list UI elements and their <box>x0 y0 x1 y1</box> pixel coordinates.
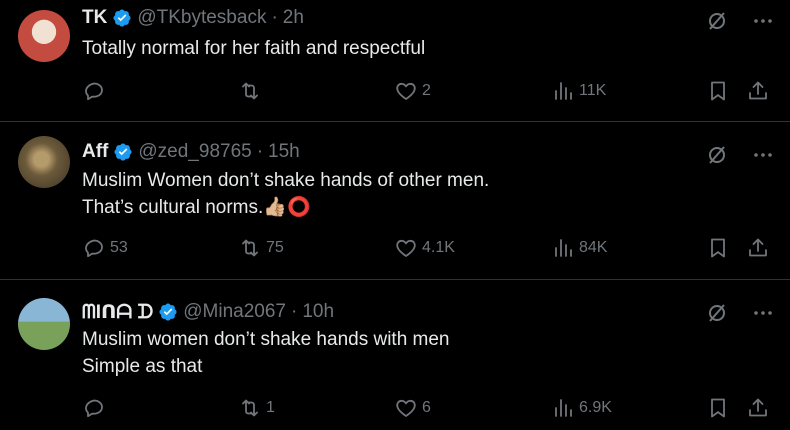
more-icon[interactable] <box>750 142 776 168</box>
timestamp[interactable]: 2h <box>283 7 304 29</box>
share-button[interactable] <box>746 396 770 420</box>
like-button[interactable]: 4.1K <box>394 236 455 260</box>
bookmark-button[interactable] <box>706 79 730 103</box>
view-count: 84K <box>579 239 608 256</box>
reply-icon <box>82 79 106 103</box>
author-name[interactable]: ᗰIᑎᗩ ᗪ <box>82 301 153 324</box>
share-icon <box>746 236 770 260</box>
like-count: 6 <box>422 399 431 416</box>
more-icon[interactable] <box>750 8 776 34</box>
like-count: 4.1K <box>422 239 455 256</box>
circle-emoji: ⭕ <box>286 197 311 219</box>
tweet[interactable]: TK @TKbytesback · 2h Totally normal for … <box>0 0 790 122</box>
more-icon[interactable] <box>750 300 776 326</box>
grok-icon[interactable] <box>704 142 730 168</box>
bookmark-button[interactable] <box>706 396 730 420</box>
reply-icon <box>82 236 106 260</box>
separator-dot: · <box>291 301 298 322</box>
tweet-header: Aff @zed_98765 · 15h <box>82 140 300 164</box>
tweet-header: ᗰIᑎᗩ ᗪ @Mina2067 · 10h <box>82 300 334 324</box>
tweet-actions: 53 75 4.1K 84K <box>0 236 790 262</box>
tweet-actions: 1 6 6.9K <box>0 396 790 422</box>
header-actions <box>704 300 776 326</box>
author-handle[interactable]: @Mina2067 <box>183 301 286 323</box>
author-name[interactable]: TK <box>82 7 107 29</box>
retweet-button[interactable]: 1 <box>238 396 275 420</box>
views-button[interactable]: 84K <box>551 236 607 260</box>
retweet-count: 75 <box>266 239 284 256</box>
like-count: 2 <box>422 82 431 99</box>
reply-button[interactable] <box>82 79 110 103</box>
bookmark-icon <box>706 236 730 260</box>
views-chart-icon <box>551 79 575 103</box>
tweet[interactable]: Aff @zed_98765 · 15h Muslim Women don’t … <box>0 122 790 280</box>
tweet-header: TK @TKbytesback · 2h <box>82 6 304 30</box>
tweet-text: Totally normal for her faith and respect… <box>82 38 426 59</box>
views-button[interactable]: 6.9K <box>551 396 612 420</box>
verified-badge-icon <box>113 142 133 162</box>
view-count: 6.9K <box>579 399 612 416</box>
author-name[interactable]: Aff <box>82 141 108 163</box>
share-icon <box>746 396 770 420</box>
retweet-button[interactable]: 75 <box>238 236 284 260</box>
reply-button[interactable]: 53 <box>82 236 128 260</box>
reply-button[interactable] <box>82 396 110 420</box>
avatar[interactable] <box>18 298 70 350</box>
like-button[interactable]: 2 <box>394 79 431 103</box>
views-chart-icon <box>551 236 575 260</box>
tweet-text: Muslim Women don’t shake hands of other … <box>82 167 489 221</box>
views-button[interactable]: 11K <box>551 79 606 103</box>
heart-icon <box>394 236 418 260</box>
views-chart-icon <box>551 396 575 420</box>
heart-icon <box>394 79 418 103</box>
share-icon <box>746 79 770 103</box>
retweet-button[interactable] <box>238 79 266 103</box>
header-actions <box>704 142 776 168</box>
thumbs-up-emoji: 👍🏼 <box>263 197 287 219</box>
bookmark-icon <box>706 79 730 103</box>
author-handle[interactable]: @TKbytesback <box>137 7 266 29</box>
tweet[interactable]: ᗰIᑎᗩ ᗪ @Mina2067 · 10h Muslim women don’… <box>0 280 790 430</box>
header-actions <box>704 8 776 34</box>
bookmark-button[interactable] <box>706 236 730 260</box>
avatar[interactable] <box>18 10 70 62</box>
reply-icon <box>82 396 106 420</box>
view-count: 11K <box>579 82 607 99</box>
retweet-icon <box>238 396 262 420</box>
retweet-icon <box>238 236 262 260</box>
tweet-text: Muslim women don’t shake hands with men … <box>82 329 450 377</box>
retweet-icon <box>238 79 262 103</box>
timestamp[interactable]: 15h <box>268 141 300 163</box>
separator-dot: · <box>256 141 264 162</box>
reply-count: 53 <box>110 239 128 256</box>
grok-icon[interactable] <box>704 8 730 34</box>
share-button[interactable] <box>746 236 770 260</box>
tweet-feed: TK @TKbytesback · 2h Totally normal for … <box>0 0 790 430</box>
like-button[interactable]: 6 <box>394 396 431 420</box>
bookmark-icon <box>706 396 730 420</box>
avatar[interactable] <box>18 136 70 188</box>
verified-badge-icon <box>112 8 132 28</box>
author-handle[interactable]: @zed_98765 <box>138 141 251 163</box>
share-button[interactable] <box>746 79 770 103</box>
retweet-count: 1 <box>266 399 275 416</box>
timestamp[interactable]: 10h <box>302 301 334 323</box>
tweet-actions: 2 11K <box>0 79 790 105</box>
grok-icon[interactable] <box>704 300 730 326</box>
heart-icon <box>394 396 418 420</box>
verified-badge-icon <box>158 302 178 322</box>
separator-dot: · <box>271 7 278 28</box>
